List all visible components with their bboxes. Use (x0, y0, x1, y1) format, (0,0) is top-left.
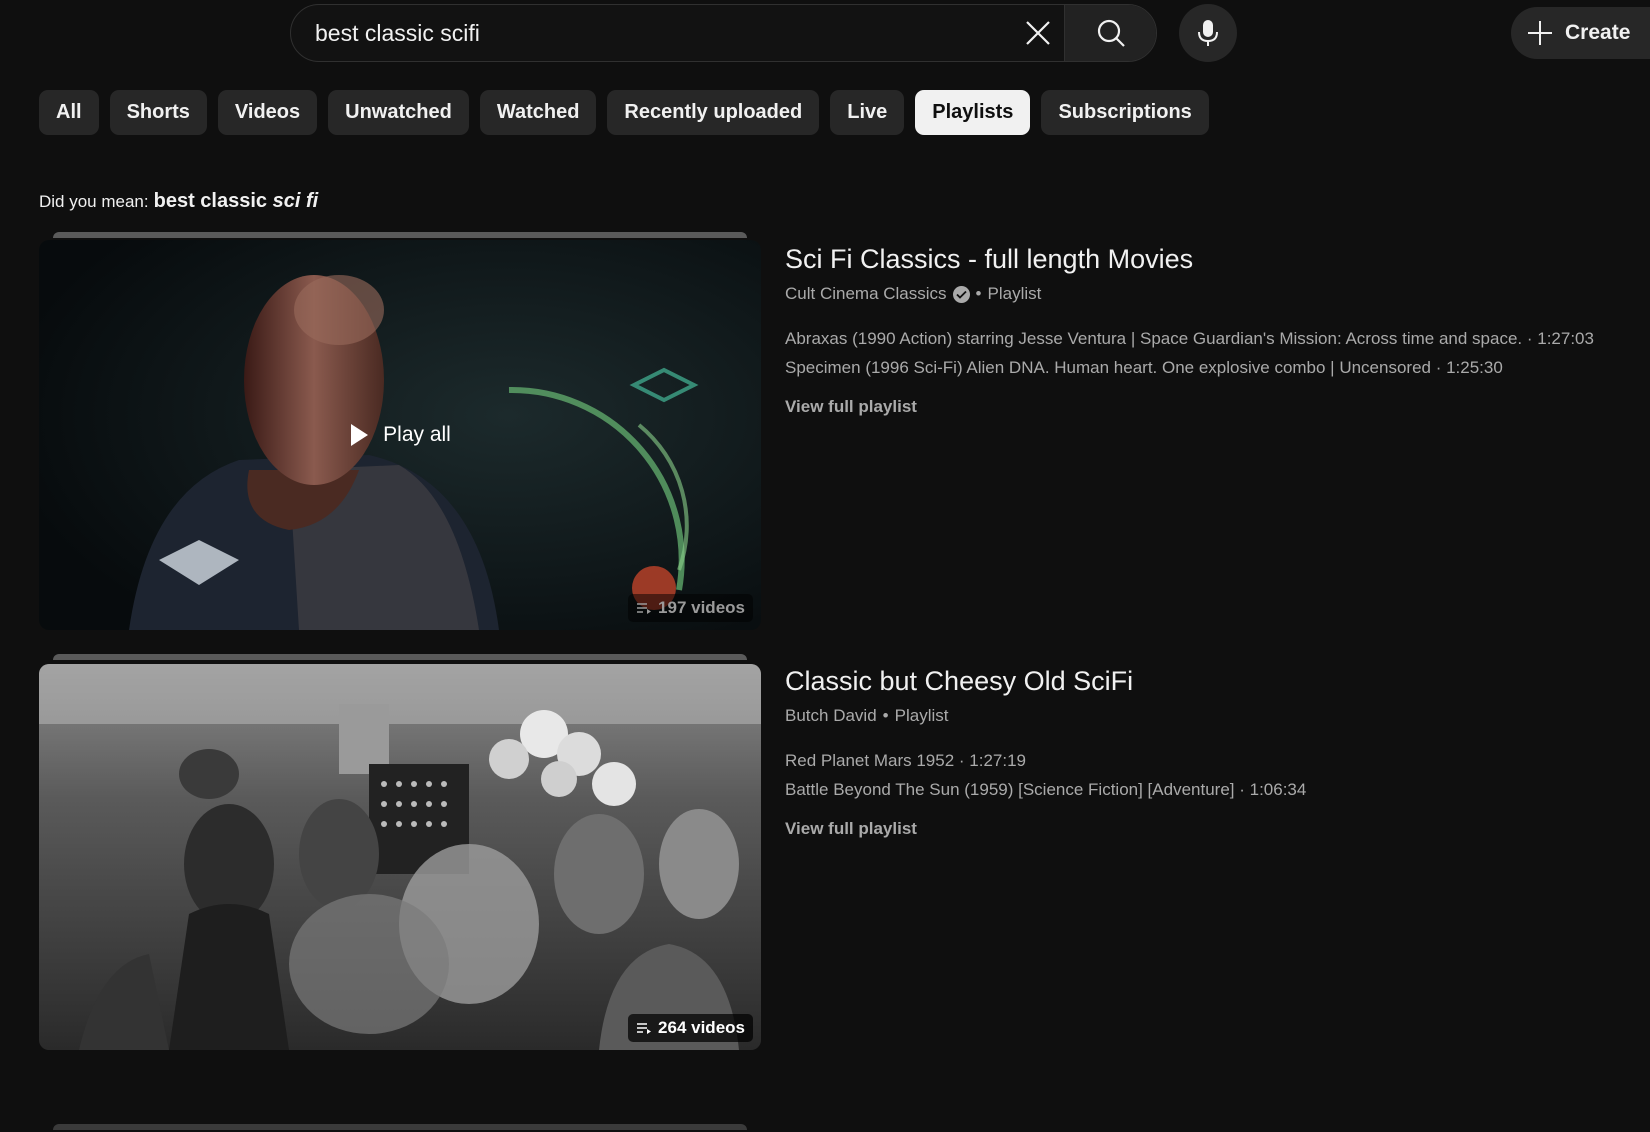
playlist-video-item[interactable]: Abraxas (1990 Action) starring Jesse Ven… (785, 324, 1605, 353)
filter-chips: All Shorts Videos Unwatched Watched Rece… (39, 90, 1209, 135)
chip-shorts[interactable]: Shorts (109, 90, 207, 135)
close-icon (1026, 21, 1050, 45)
search-box (290, 4, 1157, 62)
chip-unwatched[interactable]: Unwatched (328, 90, 469, 135)
result-type: Playlist (894, 706, 949, 725)
playlist-info: Sci Fi Classics - full length Movies Cul… (785, 242, 1605, 417)
create-label: Create (1565, 21, 1631, 44)
search-icon (1097, 19, 1125, 47)
microphone-icon (1198, 20, 1218, 46)
playlist-videos: Red Planet Mars 1952 · 1:27:19 Battle Be… (785, 746, 1605, 804)
playlist-thumbnail[interactable]: 264 videos (39, 664, 761, 1050)
chip-subscriptions[interactable]: Subscriptions (1041, 90, 1209, 135)
thumbnail-image (39, 664, 761, 1050)
playlist-result: Play all 197 videos Sci Fi Classics - fu… (39, 232, 1609, 642)
playlist-video-item[interactable]: Battle Beyond The Sun (1959) [Science Fi… (785, 775, 1605, 804)
youtube-search-page: Create All Shorts Videos Unwatched Watch… (0, 0, 1650, 1132)
chip-playlists[interactable]: Playlists (915, 90, 1031, 135)
meta-separator: • (975, 284, 982, 303)
did-you-mean-prefix: Did you mean: (39, 192, 149, 211)
playlist-video-item[interactable]: Red Planet Mars 1952 · 1:27:19 (785, 746, 1605, 775)
result-type: Playlist (987, 284, 1042, 303)
chip-live[interactable]: Live (830, 90, 905, 135)
search-input[interactable] (291, 5, 1012, 61)
next-playlist-stack-edge (53, 1124, 747, 1130)
chip-videos[interactable]: Videos (217, 90, 318, 135)
playlist-result: 264 videos Classic but Cheesy Old SciFi … (39, 654, 1609, 1064)
search-button[interactable] (1064, 5, 1156, 61)
suggestion-plain: best classic (153, 190, 268, 212)
playlist-title[interactable]: Classic but Cheesy Old SciFi (785, 664, 1605, 698)
playlist-meta: Butch David • Playlist (785, 706, 1605, 726)
play-icon (351, 424, 369, 446)
video-count-badge: 197 videos (628, 594, 753, 622)
chip-all[interactable]: All (39, 90, 99, 135)
playlist-title[interactable]: Sci Fi Classics - full length Movies (785, 242, 1605, 276)
playlist-meta: Cult Cinema Classics • Playlist (785, 284, 1605, 304)
view-full-playlist-link[interactable]: View full playlist (785, 819, 1605, 839)
playlist-info: Classic but Cheesy Old SciFi Butch David… (785, 664, 1605, 839)
play-all-label: Play all (383, 423, 451, 446)
video-count: 197 videos (658, 598, 745, 617)
channel-name[interactable]: Cult Cinema Classics (785, 284, 947, 304)
suggestion-italic: sci fi (272, 190, 319, 212)
voice-search-button[interactable] (1179, 4, 1237, 62)
did-you-mean-suggestion[interactable]: best classic sci fi (154, 190, 319, 213)
play-all-button[interactable]: Play all (39, 240, 761, 630)
clear-search-button[interactable] (1012, 5, 1064, 61)
channel-name[interactable]: Butch David (785, 706, 877, 726)
did-you-mean: Did you mean: best classic sci fi (39, 190, 318, 213)
playlist-video-item[interactable]: Specimen (1996 Sci-Fi) Alien DNA. Human … (785, 353, 1605, 382)
video-count: 264 videos (658, 1018, 745, 1037)
playlist-stack-edge (53, 654, 747, 660)
view-full-playlist-link[interactable]: View full playlist (785, 397, 1605, 417)
verified-badge-icon (952, 285, 970, 303)
playlist-icon (637, 603, 652, 614)
playlist-videos: Abraxas (1990 Action) starring Jesse Ven… (785, 324, 1605, 382)
chip-recently-uploaded[interactable]: Recently uploaded (607, 90, 820, 135)
create-button[interactable]: Create (1511, 7, 1650, 59)
chip-watched[interactable]: Watched (479, 90, 597, 135)
playlist-icon (637, 1023, 652, 1034)
playlist-thumbnail[interactable]: Play all 197 videos (39, 240, 761, 630)
meta-separator: • (882, 706, 889, 725)
playlist-stack-edge (53, 232, 747, 238)
video-count-badge: 264 videos (628, 1014, 753, 1042)
plus-icon (1528, 21, 1552, 45)
